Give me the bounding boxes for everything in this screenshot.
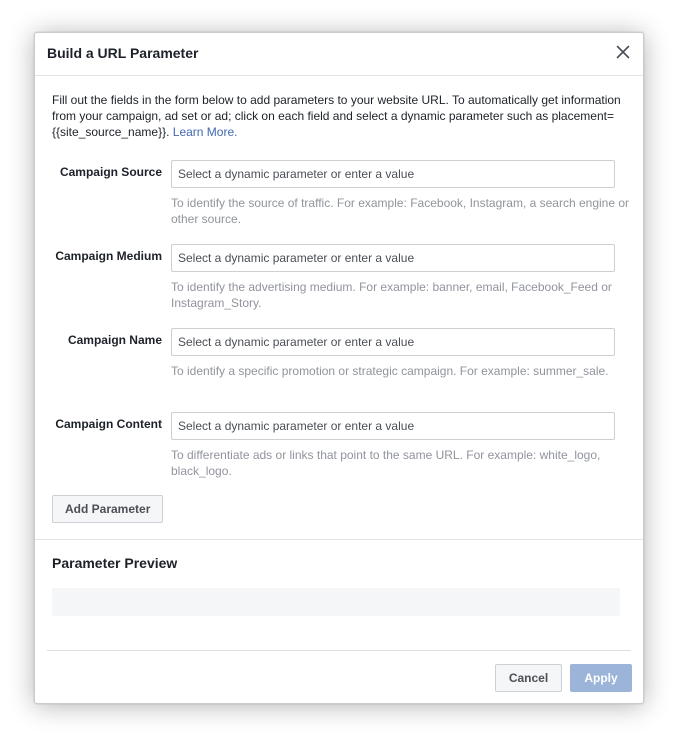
campaign-content-label: Campaign Content	[55, 417, 162, 431]
url-parameter-dialog: Build a URL Parameter Fill out the field…	[34, 32, 644, 704]
parameter-preview-box	[52, 588, 620, 616]
campaign-medium-help: To identify the advertising medium. For …	[171, 280, 612, 310]
dialog-header: Build a URL Parameter	[35, 33, 643, 76]
campaign-source-input[interactable]	[171, 160, 615, 188]
add-parameter-button[interactable]: Add Parameter	[52, 495, 164, 523]
campaign-name-input[interactable]	[171, 328, 615, 356]
footer-divider	[47, 650, 631, 651]
campaign-name-label: Campaign Name	[67, 333, 162, 347]
cancel-button[interactable]: Cancel	[495, 664, 562, 692]
intro-description: Fill out the fields in the form below to…	[52, 93, 621, 139]
section-divider	[35, 539, 643, 540]
campaign-medium-label: Campaign Medium	[55, 249, 162, 263]
dialog-title: Build a URL Parameter	[47, 45, 199, 61]
campaign-content-input[interactable]	[171, 412, 615, 440]
learn-more-link[interactable]: Learn More.	[173, 125, 238, 139]
campaign-source-help: To identify the source of traffic. For e…	[171, 196, 630, 226]
parameter-preview-title: Parameter Preview	[52, 555, 178, 571]
campaign-content-help: To differentiate ads or links that point…	[171, 448, 601, 478]
apply-button[interactable]: Apply	[570, 664, 632, 692]
campaign-name-help: To identify a specific promotion or stra…	[171, 364, 609, 378]
campaign-source-label: Campaign Source	[59, 165, 162, 179]
intro-text: Fill out the fields in the form below to…	[52, 92, 622, 140]
campaign-medium-input[interactable]	[171, 244, 615, 272]
close-icon[interactable]	[615, 44, 631, 60]
